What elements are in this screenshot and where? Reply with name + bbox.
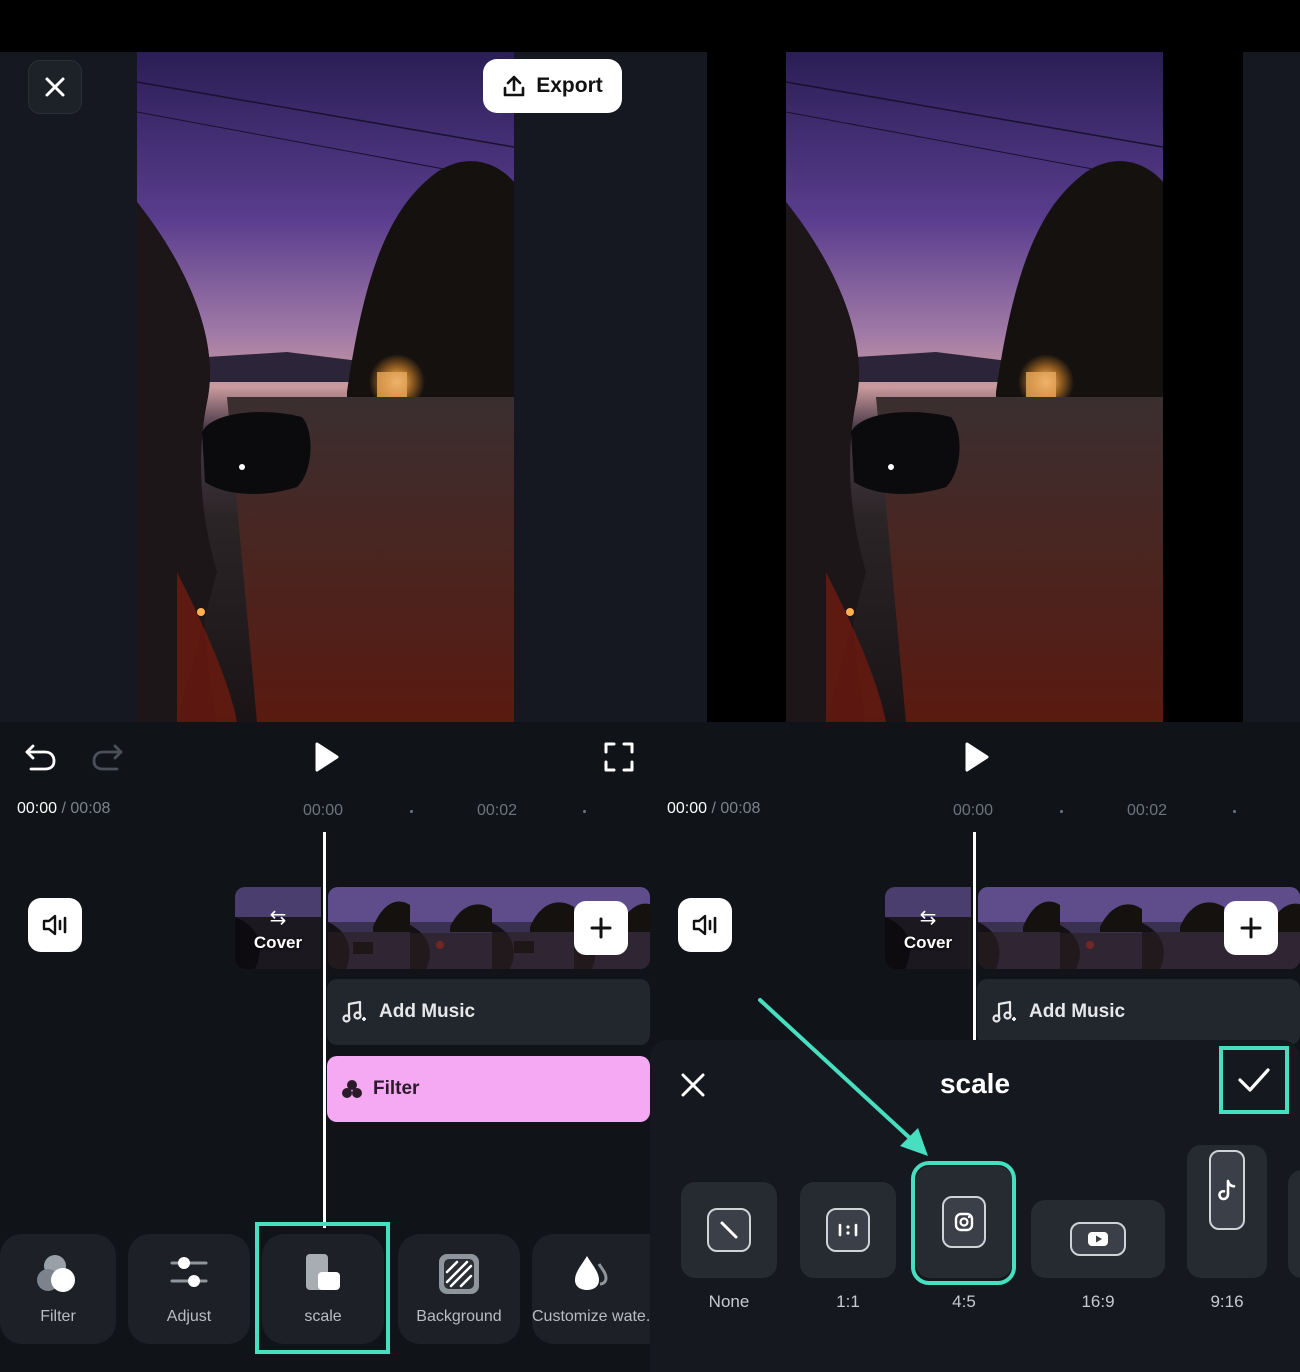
clip-frame [1142,887,1224,969]
ruler-dot [410,810,413,813]
fullscreen-icon [604,742,634,772]
cover-label: Cover [903,933,953,952]
plus-icon [590,917,612,939]
filter-icon [342,1080,362,1098]
music-note-icon [342,1000,366,1023]
ruler-tick: 00:02 [477,802,518,819]
ratio-label: 1:1 [836,1292,860,1311]
close-button[interactable] [28,60,82,114]
ratio-label: 9:16 [1210,1292,1244,1311]
ruler-dot [1233,810,1236,813]
mute-button[interactable] [678,898,732,952]
ratio-label: 4:5 [952,1292,976,1311]
clip-frame [410,887,492,969]
swap-icon: ⇆ [269,907,287,929]
undo-icon [25,744,56,771]
ratio-option-none[interactable] [681,1182,777,1278]
ruler-tick: 00:00 [303,802,344,819]
ratio-option-16-9[interactable] [1031,1200,1165,1278]
add-music-label: Add Music [379,1001,476,1022]
adjust-icon [170,1257,208,1287]
status-bar [0,0,650,52]
tool-label: Customize wate. [532,1308,650,1325]
cover-thumbnail[interactable]: ⇆ Cover [235,887,321,969]
status-bar [650,0,1300,52]
current-time: 00:00 [17,800,58,817]
tool-background[interactable]: Background [398,1234,520,1344]
timecode: 00:00 / 00:08 [667,800,760,818]
video-preview[interactable] [137,52,514,722]
watermark-icon [575,1256,608,1290]
cover-label: Cover [253,933,303,952]
playback-controls [650,722,1300,792]
tool-adjust[interactable]: Adjust [128,1234,250,1344]
upload-icon [503,75,525,97]
annotation-arrow [758,998,928,1156]
tool-customize-watermark[interactable]: Customize wate. [532,1234,650,1344]
add-music-track[interactable]: Add Music [327,979,650,1045]
video-preview[interactable] [786,52,1163,722]
background-icon [439,1254,479,1294]
square-ratio-icon [838,1223,858,1237]
play-button[interactable] [306,738,346,776]
tool-filter[interactable]: Filter [0,1234,116,1344]
close-icon [45,77,65,97]
total-time: 00:08 [70,800,111,817]
tool-label: Filter [40,1308,76,1325]
redo-icon [92,744,123,771]
volume-icon [42,914,67,936]
volume-icon [692,914,717,936]
cover-thumbnail[interactable]: ⇆ Cover [885,887,971,969]
export-label: Export [536,74,603,97]
play-icon [315,742,339,772]
playhead[interactable] [323,832,326,1228]
add-clip-button[interactable] [574,901,628,955]
none-ratio-icon [720,1221,738,1239]
play-icon [965,742,989,772]
ratio-option-1-1[interactable] [800,1182,896,1278]
play-button[interactable] [956,738,996,776]
filter-icon [37,1255,75,1292]
swap-icon: ⇆ [919,907,937,929]
fullscreen-button[interactable] [600,738,638,776]
editor-panel-left: Export 00:00 / 00:08 00:00 00:02 ⇆ Cover [0,0,650,1372]
ruler-dot [583,810,586,813]
tool-label: Adjust [166,1308,212,1325]
tiktok-icon [1218,1179,1236,1200]
plus-icon [1240,917,1262,939]
clip-frame [328,887,410,969]
ratio-option-more[interactable] [1288,1170,1300,1278]
editor-panel-right: 00:00 / 00:08 00:00 00:02 ⇆ Cover Add Mu… [650,0,1300,1372]
tool-label: Background [416,1308,502,1325]
ruler-tick: 00:02 [1127,802,1168,819]
ratio-label: None [708,1292,750,1311]
add-clip-button[interactable] [1224,901,1278,955]
clip-frame [978,887,1060,969]
time-separator: / [707,800,721,817]
total-time: 00:08 [720,800,761,817]
mute-button[interactable] [28,898,82,952]
playback-controls [0,722,650,792]
timecode: 00:00 / 00:08 [17,800,110,818]
ruler-dot [1060,810,1063,813]
filter-track-label: Filter [373,1078,420,1099]
clip-frame [1060,887,1142,969]
time-separator: / [57,800,71,817]
scale-highlight-box [255,1222,390,1354]
undo-button[interactable] [20,740,60,774]
youtube-icon [1088,1232,1108,1246]
ruler-tick: 00:00 [953,802,994,819]
clip-frame [492,887,574,969]
redo-button[interactable] [88,740,128,774]
current-time: 00:00 [667,800,708,817]
export-button[interactable]: Export [483,59,622,113]
ratio-label: 16:9 [1081,1292,1115,1311]
filter-track[interactable]: Filter [327,1056,650,1122]
